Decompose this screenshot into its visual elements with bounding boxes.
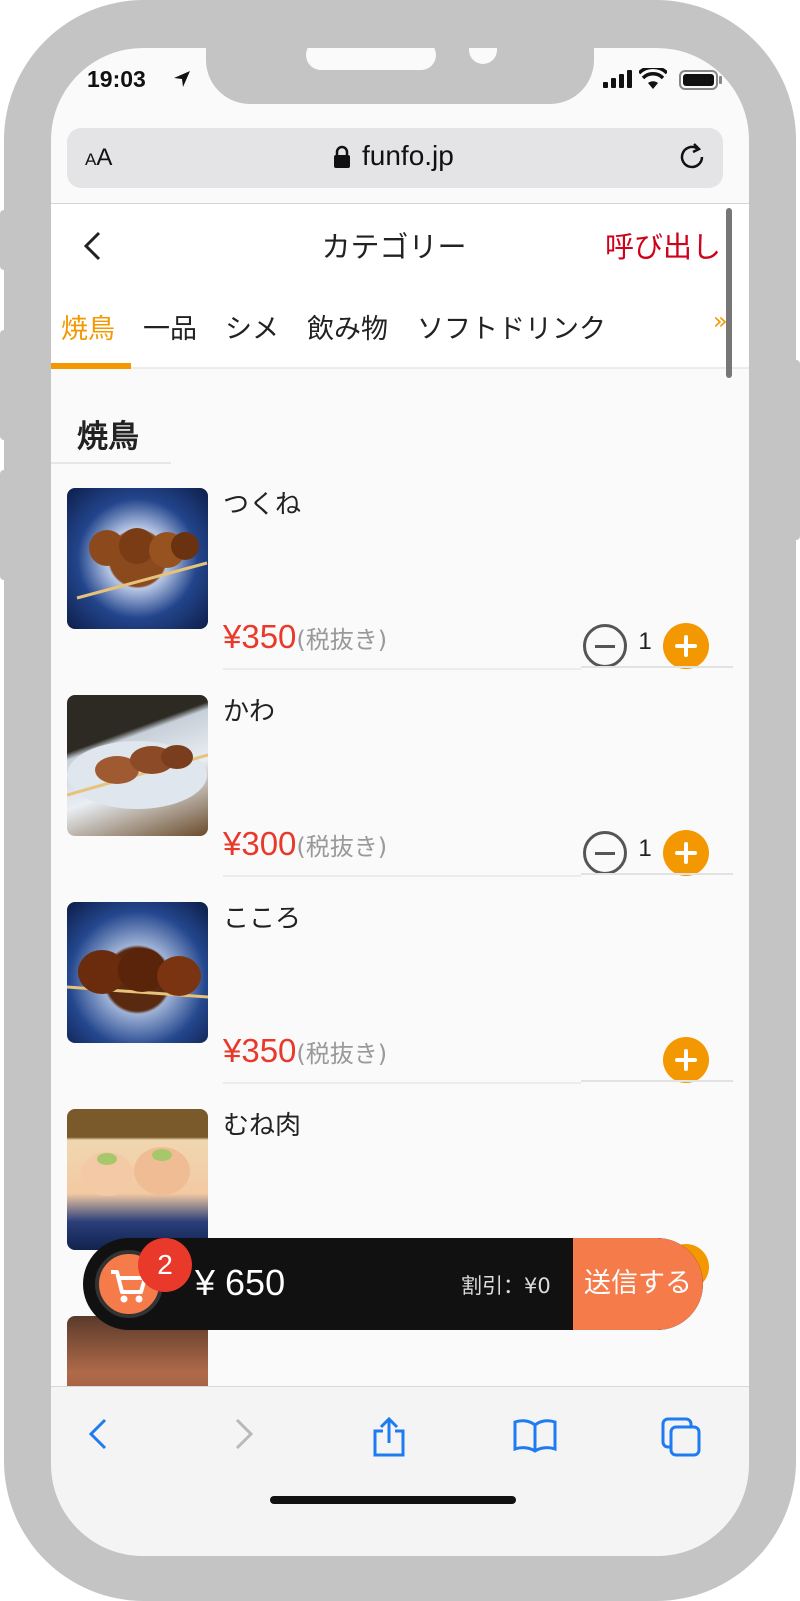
tax-note: (税抜き): [296, 626, 388, 654]
browser-toolbar: [51, 1386, 749, 1556]
tab-soft-drinks[interactable]: ソフトドリンク: [417, 307, 606, 346]
increase-quantity-button[interactable]: [663, 623, 709, 669]
tabs-icon[interactable]: [661, 1417, 701, 1457]
browser-back-icon[interactable]: [85, 1417, 111, 1451]
price-value: ¥350: [223, 1032, 297, 1069]
tab-yakitori[interactable]: 焼鳥: [61, 307, 115, 346]
address-bar[interactable]: AA funfo.jp: [67, 128, 723, 188]
call-staff-button[interactable]: 呼び出し: [605, 224, 721, 266]
battery-icon: [679, 70, 722, 90]
reload-icon[interactable]: [677, 142, 707, 172]
item-name: つくね: [223, 490, 302, 520]
send-order-button[interactable]: 送信する: [573, 1238, 703, 1330]
menu-item[interactable]: かわ ¥300(税抜き) 1: [51, 695, 749, 901]
item-name: むね肉: [223, 1111, 302, 1141]
price-value: ¥350: [223, 618, 297, 655]
item-divider: [581, 1080, 733, 1082]
browser-forward-icon[interactable]: [231, 1417, 257, 1451]
camera: [469, 48, 497, 64]
item-divider: [223, 1082, 581, 1084]
price-value: ¥300: [223, 825, 297, 862]
tax-note: (税抜き): [296, 833, 388, 861]
phone-screen: 19:03 AA funfo.jp カテゴリー 呼び出し 焼鳥 一品 シメ 飲み…: [51, 48, 749, 1556]
home-indicator[interactable]: [270, 1496, 516, 1504]
status-time: 19:03: [87, 66, 146, 92]
item-photo: [67, 902, 208, 1043]
cellular-signal-icon: [603, 70, 632, 88]
section-divider: [51, 462, 171, 464]
side-button: [0, 330, 10, 440]
tab-shime[interactable]: シメ: [225, 307, 279, 346]
location-arrow-icon: [174, 71, 190, 87]
bookmarks-icon[interactable]: [513, 1417, 557, 1453]
skewer-icon: [76, 528, 208, 600]
item-divider: [223, 875, 581, 877]
cart-total: ¥ 650: [195, 1262, 286, 1303]
decrease-quantity-button[interactable]: [583, 624, 627, 668]
item-quantity: 1: [638, 835, 652, 862]
tax-note: (税抜き): [296, 1040, 388, 1068]
item-divider: [223, 668, 581, 670]
skewer-icon: [67, 948, 208, 999]
active-tab-underline: [51, 363, 131, 369]
cart-discount: 割引：¥0: [461, 1274, 551, 1298]
item-quantity: 1: [638, 628, 652, 655]
tab-ippin[interactable]: 一品: [143, 307, 197, 346]
side-button: [0, 470, 10, 580]
skewer-icon: [81, 1147, 190, 1196]
cart-count-badge: 2: [138, 1238, 192, 1292]
menu-item[interactable]: つくね ¥350(税抜き) 1: [51, 488, 749, 694]
item-photo: [67, 488, 208, 629]
item-name: かわ: [223, 697, 276, 727]
item-photo: [67, 1109, 208, 1250]
increase-quantity-button[interactable]: [663, 1037, 709, 1083]
section-title: 焼鳥: [77, 419, 139, 455]
item-price: ¥300(税抜き): [223, 825, 387, 863]
scrollbar[interactable]: [726, 208, 732, 378]
increase-quantity-button[interactable]: [663, 830, 709, 876]
side-button: [0, 210, 10, 270]
notch: [206, 48, 594, 104]
item-divider: [581, 666, 733, 668]
url-domain[interactable]: funfo.jp: [362, 140, 454, 172]
menu-item[interactable]: こころ ¥350(税抜き): [51, 902, 749, 1108]
category-tabs: 焼鳥 一品 シメ 飲み物 ソフトドリンク »: [51, 285, 749, 369]
wifi-icon: [639, 68, 667, 89]
item-price: ¥350(税抜き): [223, 1032, 387, 1070]
decrease-quantity-button[interactable]: [583, 831, 627, 875]
text-size-button[interactable]: AA: [85, 144, 112, 172]
item-name: こころ: [223, 904, 302, 934]
skewer-icon: [67, 741, 208, 809]
speaker: [306, 48, 436, 70]
cart-bar[interactable]: 2 ¥ 650 割引：¥0 送信する: [83, 1238, 703, 1330]
item-price: ¥350(税抜き): [223, 618, 387, 656]
share-icon[interactable]: [371, 1417, 407, 1457]
item-photo: [67, 695, 208, 836]
item-divider: [581, 873, 733, 875]
page-header: カテゴリー 呼び出し: [51, 203, 749, 285]
lock-icon: [334, 145, 350, 168]
tab-drinks[interactable]: 飲み物: [307, 307, 388, 346]
side-button: [790, 360, 800, 540]
